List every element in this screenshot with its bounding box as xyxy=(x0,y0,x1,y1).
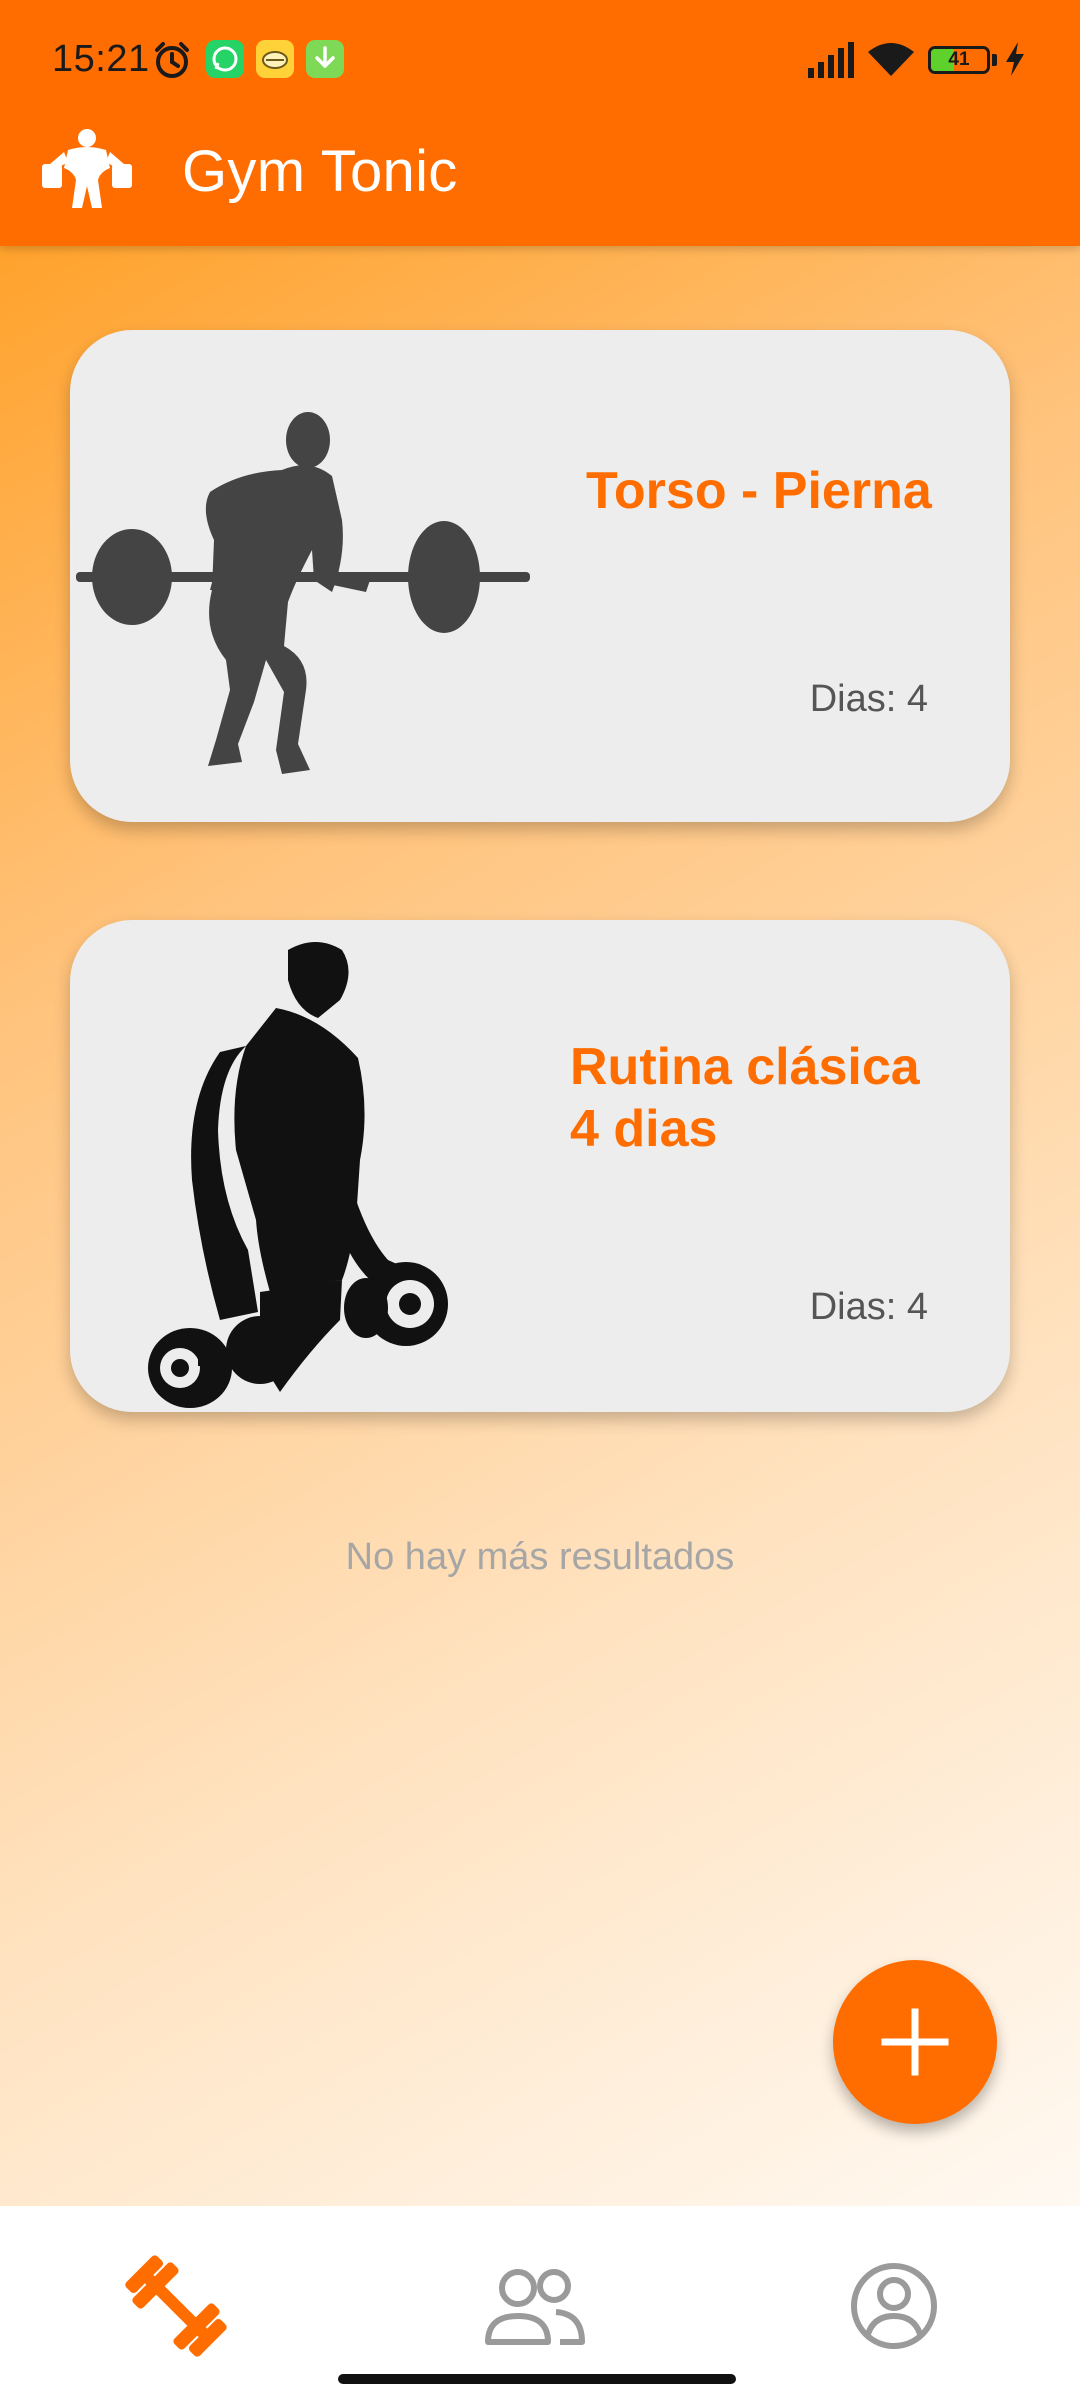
nav-item-community[interactable] xyxy=(474,2246,594,2366)
dumbbell-curl-silhouette xyxy=(148,942,448,1408)
add-routine-button[interactable] xyxy=(833,1960,997,2124)
app-notification-icon xyxy=(256,40,294,78)
routine-title-line: Rutina clásica xyxy=(570,1038,920,1096)
charging-icon xyxy=(1006,42,1024,76)
routine-card[interactable]: Rutina clásica 4 dias Dias: 4 xyxy=(70,920,1010,1412)
dumbbell-icon xyxy=(125,2255,227,2357)
status-time: 15:21 xyxy=(52,38,150,80)
routine-days: Dias: 4 xyxy=(810,678,928,721)
plus-icon xyxy=(881,2008,949,2076)
people-icon xyxy=(485,2269,585,2345)
routine-card[interactable]: Torso - Pierna Dias: 4 xyxy=(70,330,1010,822)
wifi-icon xyxy=(868,43,914,76)
top-app-bar: 15:21 41 Gym Tonic xyxy=(0,0,1080,246)
routine-title: Rutina clásica 4 dias xyxy=(570,1036,920,1160)
routine-list: Torso - Pierna Dias: 4 Rutina clásica 4 … xyxy=(0,246,1080,2206)
status-bar: 15:21 41 xyxy=(0,0,1080,120)
account-circle-icon xyxy=(851,2263,937,2349)
bodybuilder-logo-icon xyxy=(42,129,132,208)
barbell-lifter-silhouette xyxy=(76,412,530,774)
battery-icon: 41 xyxy=(928,46,990,74)
whatsapp-icon xyxy=(206,40,244,78)
app-title: Gym Tonic xyxy=(182,139,458,204)
battery-level: 41 xyxy=(948,49,970,70)
routine-title-line: 4 dias xyxy=(570,1100,718,1158)
download-icon xyxy=(306,40,344,78)
battery-tip xyxy=(992,54,997,66)
days-label: Dias: xyxy=(809,1286,897,1328)
bottom-navigation xyxy=(0,2206,1080,2400)
nav-item-routines[interactable] xyxy=(116,2246,236,2366)
days-label: Dias: xyxy=(809,678,897,720)
list-end-message: No hay más resultados xyxy=(345,1536,735,1578)
days-value: 4 xyxy=(906,1286,928,1328)
alarm-icon xyxy=(155,42,189,78)
routine-title: Torso - Pierna xyxy=(586,462,932,520)
routine-days: Dias: 4 xyxy=(810,1286,928,1329)
signal-icon xyxy=(808,42,854,78)
nav-item-profile[interactable] xyxy=(834,2246,954,2366)
home-indicator[interactable] xyxy=(338,2374,736,2384)
days-value: 4 xyxy=(906,678,928,720)
